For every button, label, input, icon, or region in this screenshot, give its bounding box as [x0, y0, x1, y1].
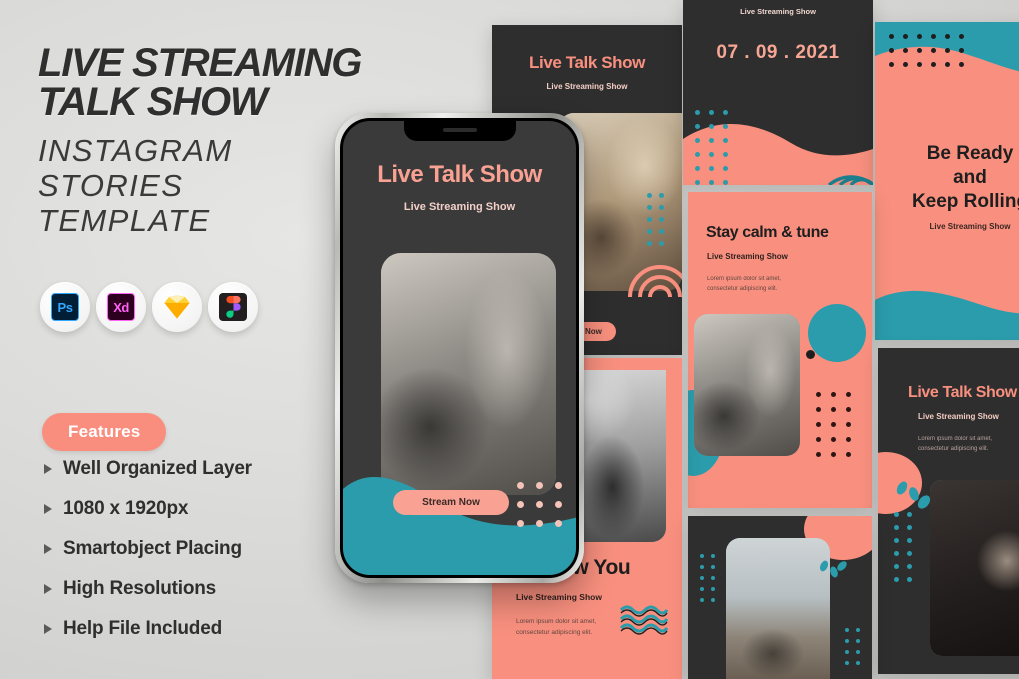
app-icon-photoshop: Ps	[40, 282, 90, 332]
card-photo	[930, 480, 1019, 656]
lorem-line-2: consectetur adipiscing elit.	[918, 446, 989, 453]
bullet-triangle-icon	[44, 624, 52, 634]
be-ready-line-3: Keep Rolling	[911, 190, 1019, 212]
show-you-subtitle: Live Streaming Show	[516, 592, 602, 602]
teal-circle-decoration	[808, 304, 866, 362]
subtitle-line-1: INSTAGRAM	[38, 133, 233, 169]
list-item: Well Organized Layer	[44, 458, 344, 480]
story-card-date: Live Streaming Show 07 . 09 . 2021	[683, 0, 873, 185]
card-subtitle: Live Streaming Show	[546, 82, 628, 91]
be-ready-line-2: and	[953, 166, 987, 188]
be-ready-line-1: Be Ready	[926, 143, 1014, 164]
photoshop-icon: Ps	[51, 293, 79, 321]
subtitle-line-2: STORIES	[38, 168, 184, 204]
be-ready-heading: Be Ready and Keep Rolling	[875, 142, 1019, 213]
features-badge: Features	[42, 413, 167, 451]
phone-mockup: Live Talk Show Live Streaming Show Strea…	[335, 113, 584, 583]
sketch-icon	[164, 295, 190, 319]
list-item: Help File Included	[44, 618, 344, 640]
date-card-subtitle: Live Streaming Show	[740, 7, 816, 16]
lorem-line-1: Lorem ipsum dolor sit amet,	[918, 436, 993, 442]
phone-notch	[403, 121, 516, 141]
be-ready-subtitle: Live Streaming Show	[929, 222, 1011, 231]
dark-dot-decoration	[806, 350, 815, 359]
left-panel: LIVE STREAMING TALK SHOW INSTAGRAM STORI…	[38, 41, 368, 239]
dark-dot-grid	[816, 392, 851, 457]
phone-bezel: Live Talk Show Live Streaming Show Strea…	[340, 118, 579, 578]
card-photo	[694, 314, 800, 456]
feature-label: Smartobject Placing	[63, 538, 242, 559]
stay-calm-title: Stay calm & tune	[706, 224, 829, 241]
app-icon-figma	[208, 282, 258, 332]
coral-arc-decoration	[628, 265, 682, 297]
features-list: Well Organized Layer 1080 x 1920px Smart…	[44, 458, 344, 658]
list-item: High Resolutions	[44, 578, 344, 600]
phone-subtitle: Live Streaming Show	[403, 201, 516, 213]
feature-label: High Resolutions	[63, 578, 217, 599]
subtitle-line-3: TEMPLATE	[38, 202, 211, 238]
list-item: 1080 x 1920px	[44, 498, 344, 520]
page-title: LIVE STREAMING TALK SHOW	[38, 41, 368, 125]
teal-dot-grid-right	[845, 628, 860, 665]
phone-title: Live Talk Show	[377, 161, 542, 188]
title-line-2: TALK SHOW	[38, 80, 268, 125]
adobe-xd-icon: Xd	[107, 293, 135, 321]
feature-label: Well Organized Layer	[63, 458, 252, 479]
date-value: 07 . 09 . 2021	[716, 42, 840, 63]
story-card-be-ready: Be Ready and Keep Rolling Live Streaming…	[875, 22, 1019, 340]
stay-calm-subtitle: Live Streaming Show	[707, 252, 788, 261]
teal-wavy-lines-decoration	[620, 605, 668, 635]
teal-dot-grid	[647, 193, 664, 246]
lorem-line-2: consectetur adipiscing elit.	[707, 286, 778, 293]
card-title: Live Talk Show	[529, 53, 645, 72]
dark-dot-grid	[889, 34, 964, 67]
poster-canvas: LIVE STREAMING TALK SHOW INSTAGRAM STORI…	[0, 0, 1019, 679]
story-card-right-dark: Live Talk Show Live Streaming Show Lorem…	[878, 348, 1019, 674]
lorem-line-2: consectetur adipiscing elit.	[516, 629, 593, 637]
teal-dot-grid-left	[700, 554, 715, 602]
app-icon-sketch	[152, 282, 202, 332]
lorem-line-1: Lorem ipsum dolor sit amet,	[707, 276, 782, 282]
feature-label: Help File Included	[63, 618, 222, 639]
list-item: Smartobject Placing	[44, 538, 344, 560]
app-icon-adobe-xd: Xd	[96, 282, 146, 332]
card-photo	[726, 538, 830, 679]
stream-now-button[interactable]: Stream Now	[393, 490, 509, 515]
plant-decoration	[995, 266, 1019, 336]
teal-dot-grid	[695, 110, 728, 185]
phone-screen: Live Talk Show Live Streaming Show Strea…	[343, 121, 576, 575]
teal-leaf-decoration	[819, 560, 847, 578]
right-dark-lorem: Lorem ipsum dolor sit amet, consectetur …	[918, 434, 992, 454]
bullet-triangle-icon	[44, 544, 52, 554]
feature-label: 1080 x 1920px	[63, 498, 189, 519]
right-dark-subtitle: Live Streaming Show	[918, 412, 999, 421]
figma-icon	[219, 293, 247, 321]
teal-dot-grid	[894, 512, 912, 582]
teal-arc-decoration	[827, 175, 873, 185]
stay-calm-lorem: Lorem ipsum dolor sit amet, consectetur …	[707, 274, 781, 294]
bullet-triangle-icon	[44, 584, 52, 594]
bullet-triangle-icon	[44, 504, 52, 514]
page-subtitle: INSTAGRAM STORIES TEMPLATE	[38, 134, 368, 238]
story-card-bottom-dark	[688, 516, 872, 679]
story-card-stay-calm: Stay calm & tune Live Streaming Show Lor…	[688, 192, 872, 508]
right-dark-title: Live Talk Show	[908, 384, 1017, 401]
show-you-lorem: Lorem ipsum dolor sit amet, consectetur …	[516, 616, 596, 638]
supported-apps-list: Ps Xd	[40, 282, 258, 332]
lorem-line-1: Lorem ipsum dolor sit amet,	[516, 618, 597, 625]
coral-dot-grid	[517, 482, 562, 527]
bullet-triangle-icon	[44, 464, 52, 474]
title-line-1: LIVE STREAMING	[38, 41, 362, 85]
